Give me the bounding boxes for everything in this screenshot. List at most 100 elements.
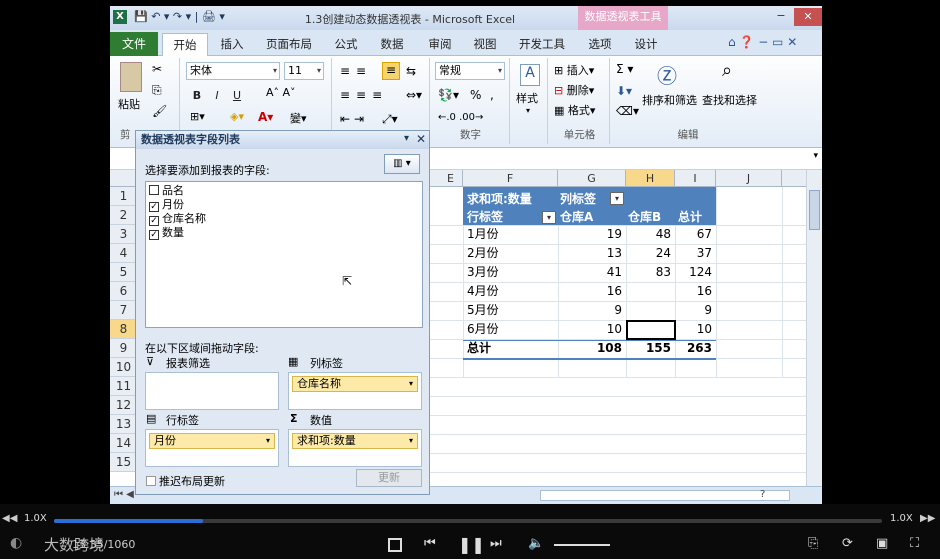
tab-view[interactable]: 视图	[465, 33, 505, 56]
column-header-h[interactable]: H	[626, 170, 675, 187]
clear-icon[interactable]: ⌫▾	[616, 104, 639, 118]
tab-options[interactable]: 选项	[580, 33, 620, 56]
checkbox-checked-icon[interactable]: ✓	[149, 216, 159, 226]
close-icon[interactable]: ✕	[416, 132, 426, 146]
row-labels-area[interactable]: 月份 ▾	[145, 429, 279, 467]
update-button[interactable]: 更新	[356, 469, 422, 487]
checkbox-checked-icon[interactable]: ✓	[149, 202, 159, 212]
stop-button[interactable]	[388, 538, 402, 552]
border-icon[interactable]: ⊞▾	[190, 110, 205, 123]
sort-filter-icon[interactable]: Ⓩ	[654, 60, 680, 88]
font-color-icon[interactable]: A▾	[258, 110, 273, 124]
delete-cells-button[interactable]: ⊟ 删除▾	[554, 82, 594, 98]
close-button[interactable]: ✕	[794, 8, 822, 26]
number-format-combo[interactable]: 常规 ▾	[435, 62, 505, 80]
panel-menu-icon[interactable]: ▾	[404, 133, 409, 144]
progress-track[interactable]	[54, 519, 882, 523]
column-header-g[interactable]: G	[558, 170, 626, 187]
column-header-j[interactable]: J	[716, 170, 782, 187]
column-field-chip[interactable]: 仓库名称 ▾	[292, 376, 418, 392]
values-area[interactable]: 求和项:数量 ▾	[288, 429, 422, 467]
row-header[interactable]: 11	[110, 377, 138, 396]
indent-icon[interactable]: ⇤⇥	[340, 112, 368, 126]
tab-home[interactable]: 开始	[162, 33, 208, 56]
fullscreen-icon[interactable]: ⛶	[910, 536, 919, 551]
checkbox-icon[interactable]	[149, 185, 159, 195]
decimal-icon[interactable]: ←.0 .00→	[438, 112, 483, 123]
sum-icon[interactable]: Σ ▾	[616, 62, 633, 76]
vertical-scrollbar[interactable]	[806, 170, 822, 486]
column-filter-dropdown-icon[interactable]: ▾	[610, 192, 624, 205]
font-size-combo[interactable]: 11 ▾	[284, 62, 324, 80]
speed-right[interactable]: 1.0X	[890, 513, 913, 524]
layout-options-button[interactable]: ▥ ▾	[384, 154, 420, 174]
align-middle-icon[interactable]: ≡	[382, 62, 400, 80]
tab-design[interactable]: 设计	[626, 33, 666, 56]
row-header[interactable]: 3	[110, 225, 138, 244]
checkbox-icon[interactable]	[146, 476, 156, 486]
italic-button[interactable]: I	[210, 86, 224, 104]
align-left-icon[interactable]: ≡≡≡	[340, 88, 388, 102]
font-grow-icon[interactable]: A˄ A˅	[266, 86, 296, 99]
row-header[interactable]: 10	[110, 358, 138, 377]
tab-developer[interactable]: 开发工具	[513, 33, 571, 56]
chevron-down-icon[interactable]: ▾	[409, 377, 413, 391]
minimize-button[interactable]: −	[770, 9, 792, 25]
underline-button[interactable]: U	[230, 86, 244, 104]
field-item-quantity[interactable]: ✓ 数量	[149, 226, 184, 240]
fill-icon[interactable]: ⬇▾	[616, 84, 632, 98]
select-all-corner[interactable]	[110, 170, 138, 187]
row-header[interactable]: 15	[110, 453, 138, 472]
tab-data[interactable]: 数据	[372, 33, 412, 56]
paste-label[interactable]: 粘贴	[118, 96, 140, 112]
scroll-thumb[interactable]	[809, 190, 820, 230]
tab-file[interactable]: 文件	[110, 32, 158, 56]
tab-review[interactable]: 审阅	[420, 33, 460, 56]
forward-icon[interactable]: ▶▶	[920, 513, 935, 524]
styles-icon[interactable]: A	[520, 64, 540, 86]
volume-slider[interactable]	[554, 544, 610, 546]
column-labels-area[interactable]: 仓库名称 ▾	[288, 372, 422, 410]
fill-color-icon[interactable]: ◈▾	[230, 110, 244, 123]
sort-filter-button[interactable]: 排序和筛选	[642, 92, 697, 108]
row-header[interactable]: 2	[110, 206, 138, 225]
speed-left[interactable]: 1.0X	[24, 513, 47, 524]
field-item-month[interactable]: ✓ 月份	[149, 198, 184, 212]
row-header-selected[interactable]: 8	[110, 320, 138, 339]
checkbox-checked-icon[interactable]: ✓	[149, 230, 159, 240]
share-icon[interactable]: ⎘	[808, 536, 818, 551]
row-header[interactable]: 7	[110, 301, 138, 320]
help-status-icon[interactable]: ?	[760, 489, 765, 500]
binoculars-icon[interactable]: ⌕	[714, 60, 740, 86]
field-item-pinming[interactable]: 品名	[149, 184, 184, 198]
row-header[interactable]: 1	[110, 187, 138, 206]
tab-insert[interactable]: 插入	[212, 33, 252, 56]
rewind-icon[interactable]: ◀◀	[2, 513, 17, 524]
currency-icon[interactable]: 💱▾	[438, 88, 459, 102]
report-filter-area[interactable]	[145, 372, 279, 410]
format-painter-icon[interactable]: 🖌	[152, 104, 167, 118]
horizontal-scrollbar[interactable]	[540, 490, 790, 501]
help-icon[interactable]: ⌂ ❓ − ▭ ✕	[728, 35, 797, 49]
comma-button[interactable]: ,	[490, 88, 494, 102]
sheet-nav-icon[interactable]: ⏮ ◀	[114, 489, 134, 500]
active-cell-cursor[interactable]	[626, 320, 676, 340]
styles-button[interactable]: 样式	[516, 90, 538, 106]
tab-page-layout[interactable]: 页面布局	[260, 33, 318, 56]
defer-update-option[interactable]: 推迟布局更新	[146, 473, 225, 489]
field-item-warehouse[interactable]: ✓ 仓库名称	[149, 212, 206, 226]
values-field-chip[interactable]: 求和项:数量 ▾	[292, 433, 418, 449]
insert-cells-button[interactable]: ⊞ 插入▾	[554, 62, 594, 78]
next-icon[interactable]: ⏭	[490, 536, 502, 551]
format-cells-button[interactable]: ▦ 格式▾	[554, 102, 595, 118]
chevron-down-icon[interactable]: ▾	[409, 434, 413, 448]
row-field-chip[interactable]: 月份 ▾	[149, 433, 275, 449]
pause-icon[interactable]: ❚❚	[458, 535, 485, 554]
loop-icon[interactable]: ⟳	[842, 536, 853, 551]
cut-icon[interactable]: ✂	[152, 62, 162, 76]
row-header[interactable]: 5	[110, 263, 138, 282]
row-header[interactable]: 6	[110, 282, 138, 301]
expand-formula-icon[interactable]: ▾	[813, 151, 818, 161]
find-select-button[interactable]: 查找和选择	[702, 92, 757, 108]
row-header[interactable]: 9	[110, 339, 138, 358]
